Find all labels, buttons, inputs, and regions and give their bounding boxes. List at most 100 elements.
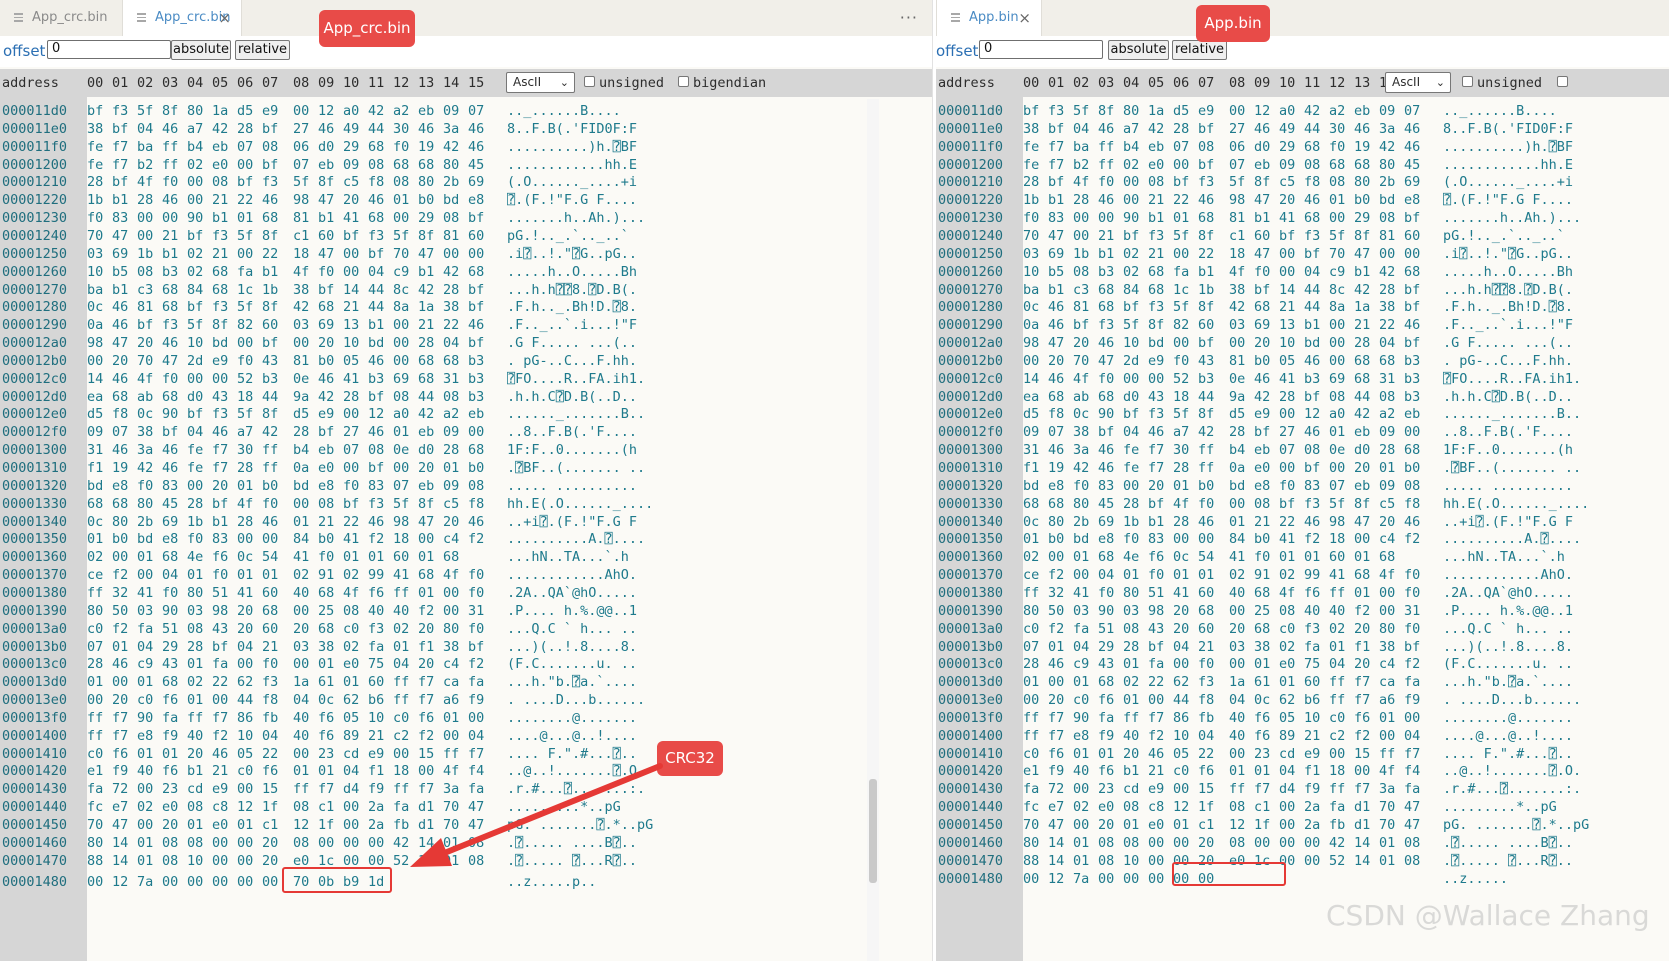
hex-row[interactable]: 00001370 ce f2 00 04 01 f0 01 01 02 91 02 99 41 68 4f f0… [936,566,1669,584]
hex-row[interactable]: 00001260 10 b5 08 b3 02 68 fa b1 4f f0 00 04 c9 b1 42 68… [0,263,880,281]
hex-row[interactable]: 00001450 70 47 00 20 01 e0 01 c1 12 1f 00 2a fb d1 70 47… [0,816,880,834]
hex-row[interactable]: 00001360 02 00 01 68 4e f6 0c 54 41 f0 01 01 60 01 68..… [936,548,1669,566]
hex-row[interactable]: 00001460 80 14 01 08 08 00 00 20 08 00 00 00 42 14 01 08… [936,834,1669,852]
hex-row[interactable]: 000013e0 00 20 c0 f6 01 00 44 f8 04 0c 62 b6 ff f7 a6 f9… [936,691,1669,709]
hex-row[interactable]: 000013e0 00 20 c0 f6 01 00 44 f8 04 0c 62 b6 ff f7 a6 f9… [0,691,880,709]
hex-row[interactable]: 00001220 1b b1 28 46 00 21 22 46 98 47 20 46 01 b0 bd e8… [0,191,880,209]
hex-row[interactable]: 00001270 ba b1 c3 68 84 68 1c 1b 38 bf 14 44 8c 42 28 bf… [0,281,880,299]
hex-row[interactable]: 00001300 31 46 3a 46 fe f7 30 ff b4 eb 07 08 0e d0 28 68… [0,441,880,459]
hex-row[interactable]: 00001280 0c 46 81 68 bf f3 5f 8f 42 68 21 44 8a 1a 38 bf… [936,298,1669,316]
relative-button[interactable]: relative [235,40,290,60]
hex-row[interactable]: 000011f0 fe f7 ba ff b4 eb 07 08 06 d0 29 68 f0 19 42 46… [0,138,880,156]
hex-row[interactable]: 000013c0 28 46 c9 43 01 fa 00 f0 00 01 e0 75 04 20 c4 f2… [0,655,880,673]
hex-row[interactable]: 00001400 ff f7 e8 f9 40 f2 10 04 40 f6 89 21 c2 f2 00 04… [936,727,1669,745]
encoding-select[interactable]: AscII ⌄ [506,72,575,93]
offset-input[interactable]: 0 [47,40,171,59]
vertical-scrollbar[interactable] [867,99,879,961]
hex-row[interactable]: 00001420 e1 f9 40 f6 b1 21 c0 f6 01 01 04 f1 18 00 4f f4… [936,762,1669,780]
hex-row[interactable]: 00001400 ff f7 e8 f9 40 f2 10 04 40 f6 89 21 c2 f2 00 04… [0,727,880,745]
hex-row[interactable]: 00001290 0a 46 bf f3 5f 8f 82 60 03 69 13 b1 00 21 22 46… [0,316,880,334]
hex-row[interactable]: 00001470 88 14 01 08 10 00 00 20 e0 1c 00 00 52 14 01 08… [936,852,1669,870]
relative-button[interactable]: relative [1172,40,1227,60]
hex-row[interactable]: 000012f0 09 07 38 bf 04 46 a7 42 28 bf 27 46 01 eb 09 00… [936,423,1669,441]
hex-row[interactable]: 00001250 03 69 1b b1 02 21 00 22 18 47 00 bf 70 47 00 00… [0,245,880,263]
hex-row[interactable]: 00001480 00 12 7a 00 00 00 00 00 ..z..... [936,870,1669,888]
hex-row[interactable]: 000012a0 98 47 20 46 10 bd 00 bf 00 20 10 bd 00 28 04 bf… [0,334,880,352]
hex-row[interactable]: 00001370 ce f2 00 04 01 f0 01 01 02 91 02 99 41 68 4f f0… [0,566,880,584]
hex-row[interactable]: 000012d0 ea 68 ab 68 d0 43 18 44 9a 42 28 bf 08 44 08 b3… [0,388,880,406]
scrollbar-thumb[interactable] [869,779,877,883]
hex-row[interactable]: 00001470 88 14 01 08 10 00 00 20 e0 1c 00 00 52 14 01 08… [0,852,880,870]
hex-row[interactable]: 000012e0 d5 f8 0c 90 bf f3 5f 8f d5 e9 00 12 a0 42 a2 eb… [936,405,1669,423]
hex-row[interactable]: 00001430 fa 72 00 23 cd e9 00 15 ff f7 d4 f9 ff f7 3a fa… [0,780,880,798]
hex-row[interactable]: 00001290 0a 46 bf f3 5f 8f 82 60 03 69 13 b1 00 21 22 46… [936,316,1669,334]
hex-row[interactable]: 000013d0 01 00 01 68 02 22 62 f3 1a 61 01 60 ff f7 ca fa… [0,673,880,691]
tab-app-crc-inactive[interactable]: App_crc.bin [0,0,122,36]
hex-row[interactable]: 00001480 00 12 7a 00 00 00 00 00 70 0b b9 1d ..z.....… [0,873,880,891]
hex-row[interactable]: 00001260 10 b5 08 b3 02 68 fa b1 4f f0 00 04 c9 b1 42 68… [936,263,1669,281]
hex-row[interactable]: 000012b0 00 20 70 47 2d e9 f0 43 81 b0 05 46 00 68 68 b3… [936,352,1669,370]
offset-input[interactable]: 0 [979,40,1103,59]
hex-row[interactable]: 000012c0 14 46 4f f0 00 00 52 b3 0e 46 41 b3 69 68 31 b3… [936,370,1669,388]
hex-row[interactable]: 000011e0 38 bf 04 46 a7 42 28 bf 27 46 49 44 30 46 3a 46… [936,120,1669,138]
unsigned-checkbox[interactable] [1462,76,1473,87]
hex-row[interactable]: 00001200 fe f7 b2 ff 02 e0 00 bf 07 eb 09 08 68 68 80 45… [0,156,880,174]
hex-row[interactable]: 00001200 fe f7 b2 ff 02 e0 00 bf 07 eb 09 08 68 68 80 45… [936,156,1669,174]
hex-row[interactable]: 00001230 f0 83 00 00 90 b1 01 68 81 b1 41 68 00 29 08 bf… [0,209,880,227]
hex-row[interactable]: 00001330 68 68 80 45 28 bf 4f f0 00 08 bf f3 5f 8f c5 f8… [0,495,880,513]
hex-row[interactable]: 00001240 70 47 00 21 bf f3 5f 8f c1 60 bf f3 5f 8f 81 60… [0,227,880,245]
hex-row[interactable]: 00001300 31 46 3a 46 fe f7 30 ff b4 eb 07 08 0e d0 28 68… [936,441,1669,459]
hex-row[interactable]: 00001220 1b b1 28 46 00 21 22 46 98 47 20 46 01 b0 bd e8… [936,191,1669,209]
hex-row[interactable]: 000011f0 fe f7 ba ff b4 eb 07 08 06 d0 29 68 f0 19 42 46… [936,138,1669,156]
hex-row[interactable]: 000012d0 ea 68 ab 68 d0 43 18 44 9a 42 28 bf 08 44 08 b3… [936,388,1669,406]
hex-row[interactable]: 00001250 03 69 1b b1 02 21 00 22 18 47 00 bf 70 47 00 00… [936,245,1669,263]
hex-row[interactable]: 00001410 c0 f6 01 01 20 46 05 22 00 23 cd e9 00 15 ff f7… [936,745,1669,763]
close-icon[interactable]: × [218,0,231,36]
hex-row[interactable]: 000013f0 ff f7 90 fa ff f7 86 fb 40 f6 05 10 c0 f6 01 00… [0,709,880,727]
hex-row[interactable]: 00001380 ff 32 41 f0 80 51 41 60 40 68 4f f6 ff 01 00 f0… [936,584,1669,602]
hex-row[interactable]: 000012f0 09 07 38 bf 04 46 a7 42 28 bf 27 46 01 eb 09 00… [0,423,880,441]
hex-row[interactable]: 00001210 28 bf 4f f0 00 08 bf f3 5f 8f c5 f8 08 80 2b 69… [936,173,1669,191]
hex-row[interactable]: 00001380 ff 32 41 f0 80 51 41 60 40 68 4f f6 ff 01 00 f0… [0,584,880,602]
hex-row[interactable]: 00001240 70 47 00 21 bf f3 5f 8f c1 60 bf f3 5f 8f 81 60… [936,227,1669,245]
tab-app-crc-active[interactable]: App_crc.bin × [122,0,242,36]
unsigned-checkbox[interactable] [584,76,595,87]
bigendian-checkbox[interactable] [678,76,689,87]
hex-row[interactable]: 00001420 e1 f9 40 f6 b1 21 c0 f6 01 01 04 f1 18 00 4f f4… [0,762,880,780]
hex-row[interactable]: 000013a0 c0 f2 fa 51 08 43 20 60 20 68 c0 f3 02 20 80 f0… [0,620,880,638]
bigendian-checkbox[interactable] [1557,76,1568,87]
hex-row[interactable]: 00001270 ba b1 c3 68 84 68 1c 1b 38 bf 14 44 8c 42 28 bf… [936,281,1669,299]
hex-row[interactable]: 00001320 bd e8 f0 83 00 20 01 b0 bd e8 f0 83 07 eb 09 08… [936,477,1669,495]
tab-app[interactable]: App.bin × [936,0,1042,36]
hex-row[interactable]: 000013d0 01 00 01 68 02 22 62 f3 1a 61 01 60 ff f7 ca fa… [936,673,1669,691]
hex-row[interactable]: 00001310 f1 19 42 46 fe f7 28 ff 0a e0 00 bf 00 20 01 b0… [936,459,1669,477]
hex-row[interactable]: 00001390 80 50 03 90 03 98 20 68 00 25 08 40 40 f2 00 31… [0,602,880,620]
encoding-select[interactable]: AscII ⌄ [1385,72,1451,93]
hex-row[interactable]: 000011d0 bf f3 5f 8f 80 1a d5 e9 00 12 a0 42 a2 eb 09 07… [0,102,880,120]
hex-row[interactable]: 00001340 0c 80 2b 69 1b b1 28 46 01 21 22 46 98 47 20 46… [936,513,1669,531]
hex-row[interactable]: 00001230 f0 83 00 00 90 b1 01 68 81 b1 41 68 00 29 08 bf… [936,209,1669,227]
absolute-button[interactable]: absolute [1108,40,1169,60]
more-actions-icon[interactable]: ··· [900,0,918,36]
hex-row[interactable]: 00001310 f1 19 42 46 fe f7 28 ff 0a e0 00 bf 00 20 01 b0… [0,459,880,477]
hex-row[interactable]: 00001320 bd e8 f0 83 00 20 01 b0 bd e8 f0 83 07 eb 09 08… [0,477,880,495]
hex-row[interactable]: 000013f0 ff f7 90 fa ff f7 86 fb 40 f6 05 10 c0 f6 01 00… [936,709,1669,727]
hex-row[interactable]: 000012a0 98 47 20 46 10 bd 00 bf 00 20 10 bd 00 28 04 bf… [936,334,1669,352]
hex-row[interactable]: 00001440 fc e7 02 e0 08 c8 12 1f 08 c1 00 2a fa d1 70 47… [936,798,1669,816]
hex-row[interactable]: 000013c0 28 46 c9 43 01 fa 00 f0 00 01 e0 75 04 20 c4 f2… [936,655,1669,673]
hex-row[interactable]: 00001460 80 14 01 08 08 00 00 20 08 00 00 00 42 14 01 08… [0,834,880,852]
hex-row[interactable]: 000013b0 07 01 04 29 28 bf 04 21 03 38 02 fa 01 f1 38 bf… [0,638,880,656]
absolute-button[interactable]: absolute [171,40,231,60]
hex-row[interactable]: 00001410 c0 f6 01 01 20 46 05 22 00 23 cd e9 00 15 ff f7… [0,745,880,763]
hex-row[interactable]: 000011e0 38 bf 04 46 a7 42 28 bf 27 46 49 44 30 46 3a 46… [0,120,880,138]
hex-row[interactable]: 00001330 68 68 80 45 28 bf 4f f0 00 08 bf f3 5f 8f c5 f8… [936,495,1669,513]
hex-row[interactable]: 00001210 28 bf 4f f0 00 08 bf f3 5f 8f c5 f8 08 80 2b 69… [0,173,880,191]
hex-row[interactable]: 00001390 80 50 03 90 03 98 20 68 00 25 08 40 40 f2 00 31… [936,602,1669,620]
hex-row[interactable]: 00001280 0c 46 81 68 bf f3 5f 8f 42 68 21 44 8a 1a 38 bf… [0,298,880,316]
close-icon[interactable]: × [1018,0,1031,36]
hex-row[interactable]: 000012b0 00 20 70 47 2d e9 f0 43 81 b0 05 46 00 68 68 b3… [0,352,880,370]
hex-row[interactable]: 00001360 02 00 01 68 4e f6 0c 54 41 f0 01 01 60 01 68..… [0,548,880,566]
hex-row[interactable]: 00001440 fc e7 02 e0 08 c8 12 1f 08 c1 00 2a fa d1 70 47… [0,798,880,816]
hex-row[interactable]: 000011d0 bf f3 5f 8f 80 1a d5 e9 00 12 a0 42 a2 eb 09 07… [936,102,1669,120]
hex-row[interactable]: 00001430 fa 72 00 23 cd e9 00 15 ff f7 d4 f9 ff f7 3a fa… [936,780,1669,798]
